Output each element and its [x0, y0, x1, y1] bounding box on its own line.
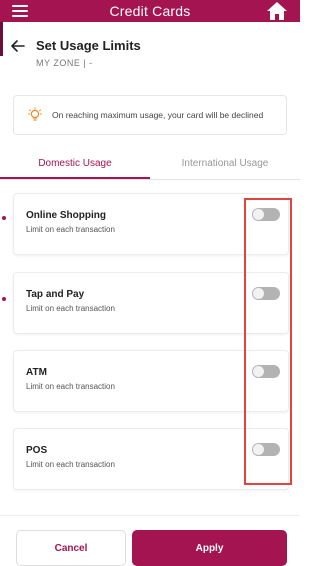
limit-card-online-shopping: Online Shopping Limit on each transactio…	[13, 193, 289, 255]
limit-title: Online Shopping	[26, 210, 106, 221]
list-marker	[2, 216, 6, 220]
app-title: Credit Cards	[109, 3, 191, 19]
app-bar: Credit Cards	[0, 0, 300, 22]
cancel-button[interactable]: Cancel	[16, 530, 126, 566]
usage-notice: On reaching maximum usage, your card wil…	[13, 95, 287, 135]
bulb-icon	[28, 107, 42, 123]
pos-toggle[interactable]	[252, 443, 280, 456]
footer-actions: Cancel Apply	[0, 515, 300, 566]
limit-title: POS	[26, 445, 48, 456]
home-icon[interactable]	[266, 1, 288, 21]
toggle-knob	[253, 444, 264, 455]
usage-tabs: Domestic Usage International Usage	[0, 148, 300, 180]
limit-card-tap-and-pay: Tap and Pay Limit on each transaction	[13, 272, 289, 334]
tap-and-pay-toggle[interactable]	[252, 287, 280, 300]
page-header: Set Usage Limits MY ZONE | -	[0, 22, 300, 78]
apply-button[interactable]: Apply	[132, 530, 287, 566]
limit-subtitle: Limit on each transaction	[26, 460, 115, 469]
hamburger-menu-icon[interactable]	[12, 0, 28, 22]
toggle-knob	[253, 288, 264, 299]
toggle-knob	[253, 366, 264, 377]
limit-title: Tap and Pay	[26, 289, 85, 300]
limit-subtitle: Limit on each transaction	[26, 304, 115, 313]
limit-title: ATM	[26, 367, 47, 378]
back-arrow-icon[interactable]	[10, 38, 26, 54]
tab-international-usage[interactable]: International Usage	[150, 148, 300, 179]
notice-text: On reaching maximum usage, your card wil…	[52, 110, 264, 120]
list-marker	[2, 297, 6, 301]
toggle-knob	[253, 209, 264, 220]
limit-subtitle: Limit on each transaction	[26, 382, 115, 391]
limit-card-atm: ATM Limit on each transaction	[13, 350, 289, 412]
online-shopping-toggle[interactable]	[252, 208, 280, 221]
page-title: Set Usage Limits	[36, 38, 141, 53]
tab-domestic-usage[interactable]: Domestic Usage	[0, 148, 150, 179]
atm-toggle[interactable]	[252, 365, 280, 378]
limit-subtitle: Limit on each transaction	[26, 225, 115, 234]
breadcrumb: MY ZONE | -	[36, 58, 93, 68]
limit-card-pos: POS Limit on each transaction	[13, 428, 289, 490]
